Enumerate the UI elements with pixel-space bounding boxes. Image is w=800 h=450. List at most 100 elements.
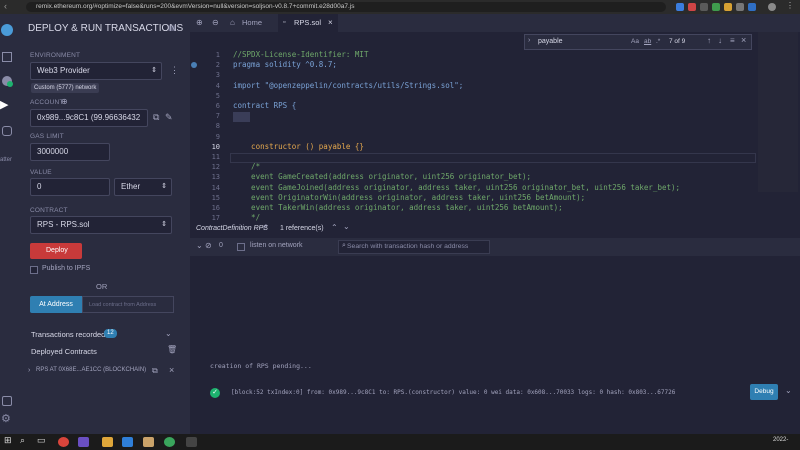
vscode-icon[interactable] [78,437,89,447]
value-label: VALUE [30,169,52,176]
code-line[interactable]: 4 import "@openzeppelin/contracts/utils/S… [196,81,756,91]
code-line[interactable]: 9 [196,132,756,142]
info-icon[interactable]: ⋮ [170,65,179,76]
profile-icon[interactable] [768,3,776,11]
extension-icon[interactable] [748,3,756,11]
code-line[interactable]: 7 [196,111,756,121]
file-explorer-icon[interactable] [2,52,12,62]
chrome-icon[interactable] [164,437,175,447]
plugin-manager-icon[interactable] [2,396,12,406]
code-line[interactable]: 5 [196,91,756,101]
copy-account-icon[interactable]: ⧉ [153,112,159,123]
task-view-icon[interactable]: ▭ [37,435,46,446]
sign-message-icon[interactable]: ✎ [165,112,173,123]
extension-icon[interactable] [688,3,696,11]
listen-checkbox[interactable] [237,243,245,251]
references-label[interactable]: 1 reference(s) [280,225,324,232]
trash-icon[interactable]: 🗑 [167,345,177,354]
code-line[interactable]: 6 contract RPS { [196,101,756,111]
line-number: 5 [215,91,220,100]
extension-icon[interactable] [700,3,708,11]
match-case-toggle[interactable]: Aa [631,38,639,45]
select-arrow-icon: ⇕ [161,221,167,228]
contract-select[interactable]: RPS - RPS.sol ⇕ [30,216,172,234]
expand-tx-icon[interactable]: ⌄ [785,386,792,395]
zoom-out-icon[interactable]: ⊖ [212,18,219,27]
chevron-down-icon[interactable]: ⌄ [343,222,350,231]
panel-doc-icon[interactable]: ▤ [168,23,176,32]
remix-logo-icon[interactable] [1,24,13,36]
code-line[interactable]: 14 event GameJoined(address originator, … [196,183,756,193]
chrome-icon[interactable] [58,437,69,447]
vs-icon[interactable] [122,437,133,447]
extension-icon[interactable] [736,3,744,11]
value-unit-select[interactable]: Ether ⇕ [114,178,172,196]
line-number: 16 [211,204,220,212]
at-address-button[interactable]: At Address [30,296,82,313]
next-match-icon[interactable]: ↓ [718,36,722,45]
code-line[interactable]: 11 [196,152,756,162]
search-icon[interactable]: ⌕ [20,435,25,446]
start-icon[interactable]: ⊞ [4,435,12,446]
whole-word-toggle[interactable]: ab [644,38,651,45]
collapse-terminal-icon[interactable]: ⌄ [196,241,203,250]
explorer-icon[interactable] [102,437,113,447]
deploy-button[interactable]: Deploy [30,243,82,259]
close-tab-icon[interactable]: × [328,14,333,32]
find-in-selection-icon[interactable]: ≡ [730,36,735,45]
chevron-right-icon[interactable]: › [28,367,30,374]
tab-home[interactable]: ⌂ Home [226,14,276,32]
zoom-in-icon[interactable]: ⊕ [196,18,203,27]
extension-icon[interactable] [724,3,732,11]
menu-icon[interactable]: ⋮ [786,1,794,10]
close-find-icon[interactable]: × [741,35,746,45]
address-bar[interactable]: remix.ethereum.org/#optimize=false&runs=… [26,2,666,12]
minimap[interactable] [758,32,798,192]
chevron-up-icon[interactable]: ⌃ [331,223,338,232]
regex-toggle[interactable]: .* [656,38,660,45]
code-line[interactable]: 16 event TakerWin(address originator, ad… [196,203,756,213]
find-expand-icon[interactable]: › [528,37,530,44]
terminal-tx-line[interactable]: [block:52 txIndex:0] from: 0x989...9c8C1… [231,389,745,396]
value-input[interactable]: 0 [30,178,110,196]
code-line[interactable]: 12 /* [196,162,756,172]
line-number: 8 [215,122,220,131]
code-line[interactable]: 3 [196,70,756,80]
code-line[interactable]: 10 constructor () payable {} [196,142,756,152]
line-text: pragma solidity ^0.8.7; [233,60,337,70]
clear-console-icon[interactable]: ⊘ [205,241,212,250]
chevron-down-icon[interactable]: ⌄ [165,329,172,338]
line-number: 7 [215,112,220,121]
environment-select[interactable]: Web3 Provider ⇕ [30,62,162,80]
code-line[interactable]: 13 event GameCreated(address originator,… [196,172,756,182]
gas-limit-input[interactable]: 3000000 [30,143,110,161]
code-line[interactable]: 15 event OriginatorWin(address originato… [196,193,756,203]
go-to-definition-icon[interactable]: ↱ [262,223,269,232]
load-contract-input[interactable]: Load contract from Address [82,296,174,313]
code-line[interactable]: 2 pragma solidity ^0.8.7; [196,60,756,70]
terminal-icon[interactable] [186,437,197,447]
code-line[interactable]: 8 [196,121,756,131]
extension-icon[interactable] [676,3,684,11]
previous-match-icon[interactable]: ↑ [707,36,711,45]
terminal-search-input[interactable]: ⌕ Search with transaction hash or addres… [338,240,490,254]
debug-button[interactable]: Debug [750,384,778,400]
publish-checkbox[interactable] [30,266,38,274]
tab-rps-sol[interactable]: ▫ RPS.sol × [278,14,338,32]
debugger-icon[interactable] [2,126,12,136]
add-account-icon[interactable]: ⊕ [61,97,68,106]
code-line[interactable]: 1 //SPDX-License-Identifier: MIT [196,50,756,60]
find-input[interactable]: payable [538,38,563,45]
network-badge: Custom (5777) network [31,83,100,93]
settings-icon[interactable]: ⚙ [1,412,11,425]
tx-recorded-label[interactable]: Transactions recorded [31,330,105,339]
deploy-run-icon[interactable]: ▶ [0,98,8,111]
extension-icon[interactable] [712,3,720,11]
back-icon[interactable]: ‹ [4,1,7,11]
app-icon[interactable] [143,437,154,447]
close-icon[interactable]: × [169,365,174,375]
account-select[interactable]: 0x989...9c8C1 (99.96636432 [30,109,148,127]
copy-address-icon[interactable]: ⧉ [152,366,158,376]
deployed-contract-item[interactable]: RPS AT 0X68E...AE1CC (BLOCKCHAIN) [36,367,146,373]
taskbar-time: 2022- [773,437,789,443]
